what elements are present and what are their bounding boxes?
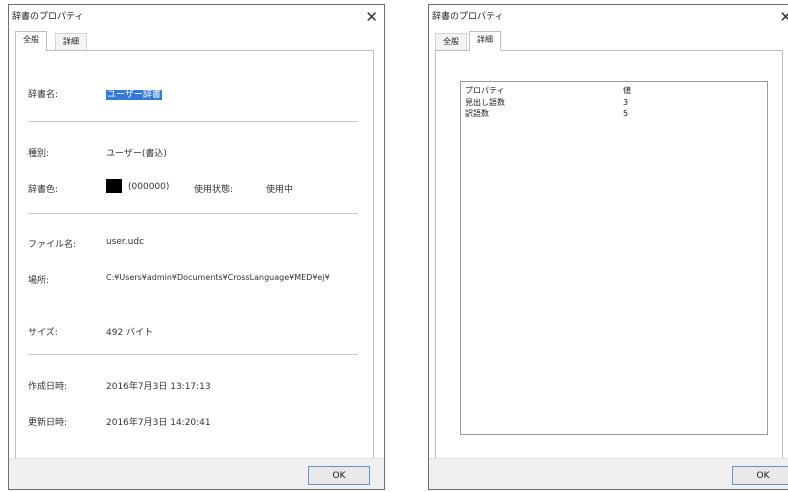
created-value: 2016年7月3日 13:17:13	[106, 382, 211, 392]
usage-value: 使用中	[266, 185, 294, 195]
dialog-footer: OK	[9, 458, 384, 489]
color-value: (000000)	[128, 182, 170, 192]
location-label: 場所:	[28, 276, 50, 286]
list-item-value: 5	[623, 109, 629, 118]
property-list[interactable]: プロパティ 値 見出し語数 3 訳語数 5	[460, 81, 768, 435]
general-page: 辞書名: ユーザー辞書 種別: ユーザー(書込) 辞書色: (000000) 使…	[15, 50, 374, 459]
tab-general[interactable]: 全般	[15, 31, 47, 51]
list-item[interactable]: 訳語数 5	[461, 108, 767, 120]
property-column-header[interactable]: プロパティ	[465, 85, 505, 97]
tab-general[interactable]: 全般	[435, 33, 467, 50]
dialog-title: 辞書のプロパティ	[432, 12, 504, 22]
color-label: 辞書色:	[28, 185, 59, 195]
separator	[28, 213, 358, 214]
list-header: プロパティ 値	[461, 85, 767, 97]
properties-dialog-details: 辞書のプロパティ ✕ 全般 詳細 プロパティ 値 見出し語数 3 訳語数 5 O…	[428, 4, 788, 490]
size-value: 492 バイト	[106, 328, 154, 338]
tab-bar: 全般 詳細	[15, 29, 378, 51]
filename-value: user.udc	[106, 237, 145, 247]
filename-label: ファイル名:	[28, 240, 77, 250]
color-swatch[interactable]	[106, 179, 122, 193]
separator	[28, 354, 358, 355]
close-icon[interactable]: ✕	[365, 7, 378, 27]
details-page: プロパティ 値 見出し語数 3 訳語数 5	[435, 50, 783, 460]
type-label: 種別:	[28, 149, 50, 159]
ok-button[interactable]: OK	[308, 466, 370, 485]
tab-bar: 全般 詳細	[435, 29, 782, 51]
separator	[28, 121, 358, 122]
updated-value: 2016年7月3日 14:20:41	[106, 418, 211, 428]
name-value[interactable]: ユーザー辞書	[106, 87, 162, 100]
usage-label: 使用状態:	[194, 185, 234, 195]
value-column-header[interactable]: 値	[623, 85, 631, 97]
list-item-property: 訳語数	[465, 109, 489, 118]
name-label: 辞書名:	[28, 90, 59, 100]
ok-button[interactable]: OK	[732, 466, 788, 485]
name-value-text: ユーザー辞書	[106, 90, 162, 100]
tab-details[interactable]: 詳細	[469, 31, 501, 51]
dialog-title: 辞書のプロパティ	[12, 12, 84, 22]
location-value: C:¥Users¥admin¥Documents¥CrossLanguage¥M…	[106, 273, 330, 282]
close-icon[interactable]: ✕	[779, 7, 788, 27]
type-value: ユーザー(書込)	[106, 149, 167, 159]
size-label: サイズ:	[28, 328, 58, 338]
tab-details[interactable]: 詳細	[55, 33, 87, 50]
created-label: 作成日時:	[28, 382, 68, 392]
properties-dialog-general: 辞書のプロパティ ✕ 全般 詳細 辞書名: ユーザー辞書 種別: ユーザー(書込…	[8, 4, 385, 490]
dialog-footer: OK	[429, 458, 788, 489]
updated-label: 更新日時:	[28, 418, 68, 428]
